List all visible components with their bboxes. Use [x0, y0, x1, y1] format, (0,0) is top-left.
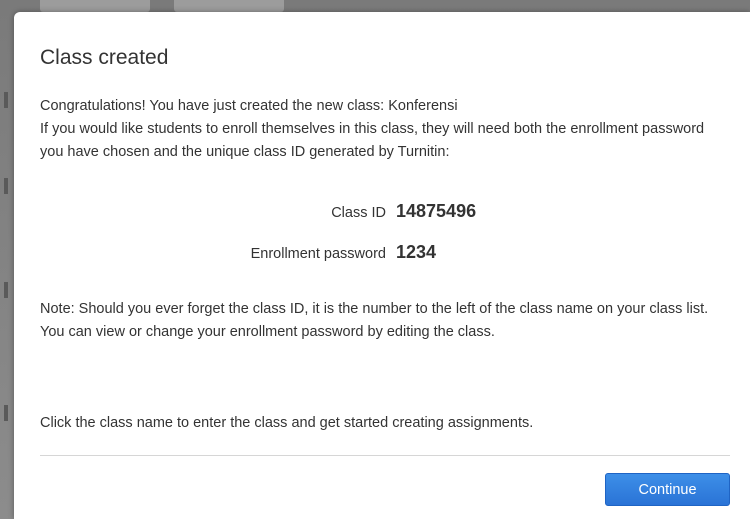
intro-congratulations: Congratulations! You have just created t… — [40, 98, 458, 114]
class-id-label: Class ID — [331, 205, 386, 221]
class-id-value: 14875496 — [396, 201, 477, 221]
background-tab — [174, 0, 284, 12]
background-mark — [4, 405, 8, 421]
hint-paragraph: Click the class name to enter the class … — [40, 415, 534, 431]
background-left-edge — [0, 0, 14, 519]
enrollment-password-row: Enrollment password 1234 — [14, 242, 750, 268]
continue-button[interactable]: Continue — [605, 473, 730, 506]
footer-divider — [40, 455, 730, 456]
note-paragraph: Note: Should you ever forget the class I… — [40, 301, 709, 340]
enrollment-password-label: Enrollment password — [250, 246, 386, 262]
background-mark — [4, 282, 8, 298]
background-tabs — [40, 0, 284, 12]
background-mark — [4, 92, 8, 108]
note-text: Note: Should you ever forget the class I… — [40, 298, 730, 344]
class-id-row: Class ID 14875496 — [14, 201, 750, 227]
hint-text: Click the class name to enter the class … — [40, 412, 730, 435]
background-mark — [4, 178, 8, 194]
enrollment-password-value: 1234 — [396, 242, 437, 262]
class-created-dialog: Class created Congratulations! You have … — [14, 12, 750, 519]
dialog-title: Class created — [40, 46, 169, 69]
intro-text: Congratulations! You have just created t… — [40, 95, 730, 164]
intro-enrollment-instructions: If you would like students to enroll the… — [40, 121, 705, 160]
background-tab — [40, 0, 150, 12]
